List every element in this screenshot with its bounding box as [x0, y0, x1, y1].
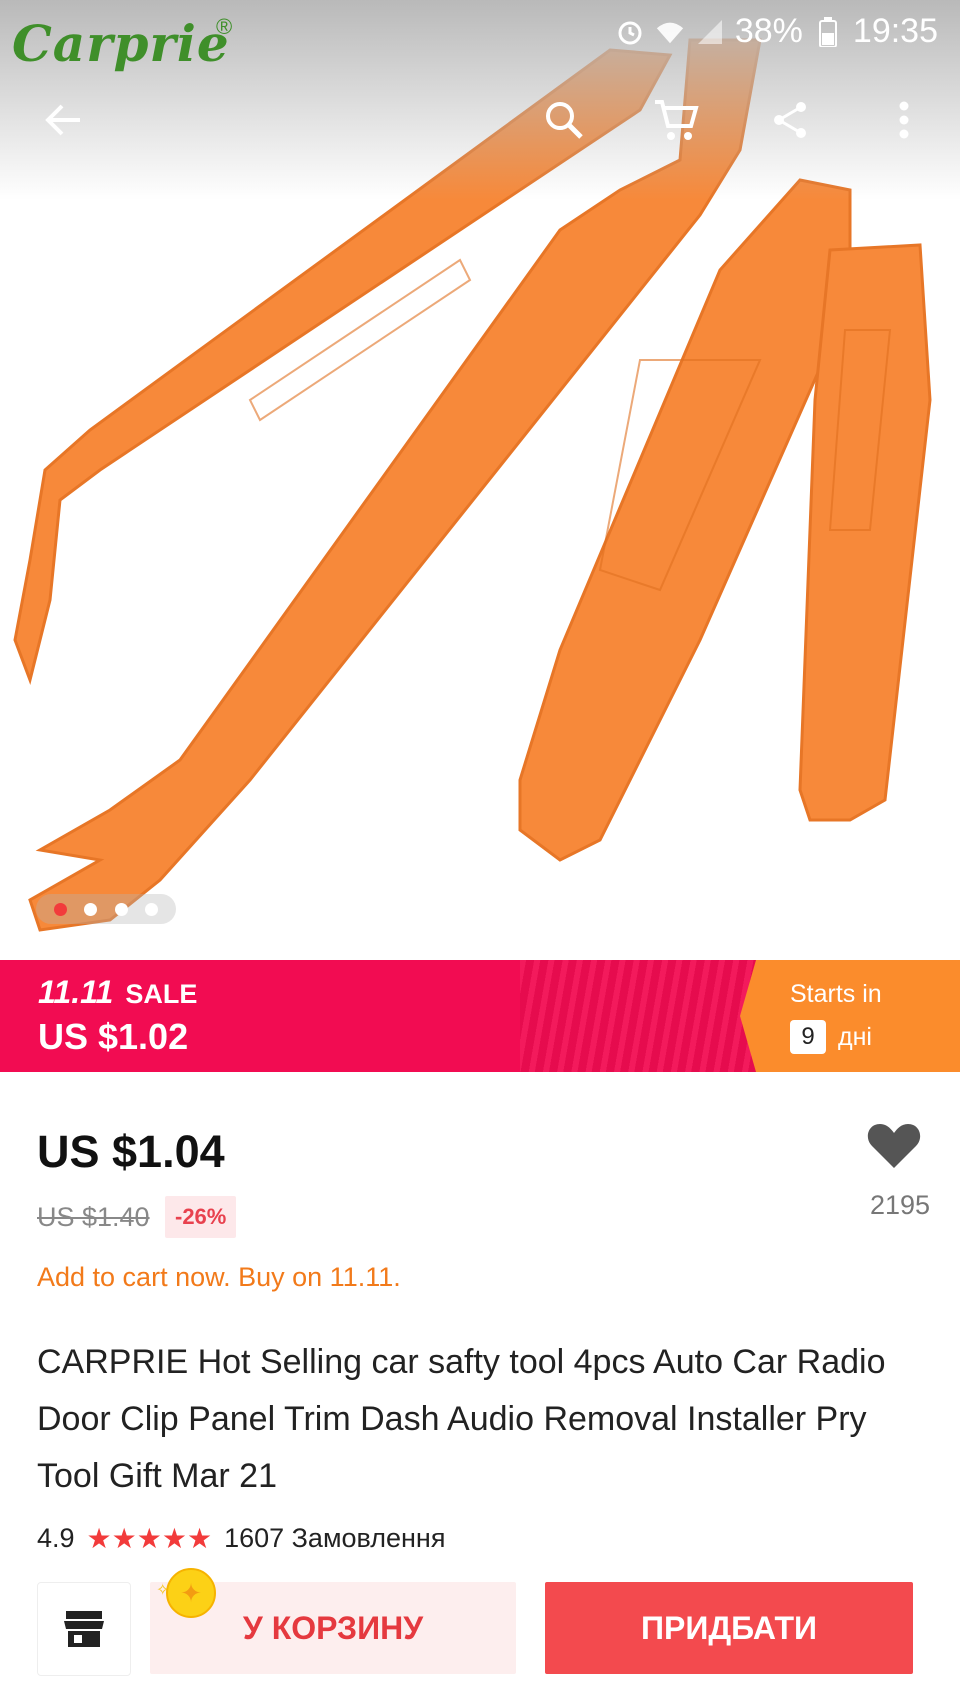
promo-message: Add to cart now. Buy on 11.11. — [37, 1262, 401, 1292]
pagination-dot[interactable] — [84, 902, 98, 916]
countdown-days: 9 — [790, 1020, 826, 1054]
status-bar: 38% 19:35 — [615, 12, 938, 51]
battery-percent: 38% — [734, 12, 803, 50]
buy-now-button[interactable]: ПРИДБАТИ — [545, 1582, 913, 1674]
coin-icon[interactable]: ✦ — [166, 1568, 216, 1618]
wishlist-count: 2195 — [869, 1190, 931, 1220]
registered-mark: ® — [216, 14, 233, 39]
share-button[interactable] — [750, 80, 830, 160]
star-rating-icon: ★★★★★ — [86, 1523, 213, 1554]
wishlist-button[interactable] — [866, 1120, 930, 1180]
countdown: 9 дні — [790, 1020, 872, 1054]
search-button[interactable] — [524, 80, 604, 160]
product-title: CARPRIE Hot Selling car safty tool 4pcs … — [37, 1343, 886, 1495]
pagination-dot[interactable] — [114, 902, 128, 916]
pagination-dot[interactable] — [53, 902, 67, 916]
search-icon — [546, 102, 583, 139]
sale-event-label: 11.11 SALE — [38, 974, 198, 1010]
gallery-pagination — [36, 894, 176, 924]
wifi-icon — [655, 17, 685, 47]
cart-icon — [655, 100, 699, 140]
product-image-gallery[interactable]: Carprie ® 38% 19:35 — [0, 0, 960, 960]
current-price: US $1.04 — [37, 1126, 225, 1177]
more-vertical-icon — [899, 101, 909, 139]
arrow-left-icon — [45, 104, 80, 136]
signal-icon — [695, 17, 725, 47]
original-price: US $1.40 — [37, 1202, 150, 1232]
orders-count: 1607 Замовлення — [224, 1523, 446, 1553]
back-button[interactable] — [24, 80, 104, 160]
clock: 19:35 — [852, 12, 938, 50]
store-icon — [64, 1611, 104, 1647]
rating-row[interactable]: 4.9 ★★★★★ 1607 Замовлення — [37, 1522, 445, 1555]
discount-badge: -26% — [165, 1196, 237, 1238]
starts-in-label: Starts in — [790, 980, 882, 1008]
more-options-button[interactable] — [864, 80, 944, 160]
rating-value: 4.9 — [37, 1523, 75, 1553]
pagination-dot[interactable] — [145, 902, 159, 916]
share-icon — [774, 102, 806, 138]
battery-icon — [813, 16, 843, 47]
brand-logo: Carprie — [12, 14, 230, 73]
cart-button[interactable] — [636, 80, 716, 160]
sale-price: US $1.02 — [38, 1016, 189, 1057]
alarm-icon — [615, 17, 645, 47]
heart-icon — [867, 1124, 921, 1168]
store-button[interactable] — [37, 1582, 131, 1676]
top-app-bar — [0, 80, 960, 160]
countdown-unit: дні — [838, 1022, 872, 1051]
countdown-panel — [740, 960, 960, 1072]
